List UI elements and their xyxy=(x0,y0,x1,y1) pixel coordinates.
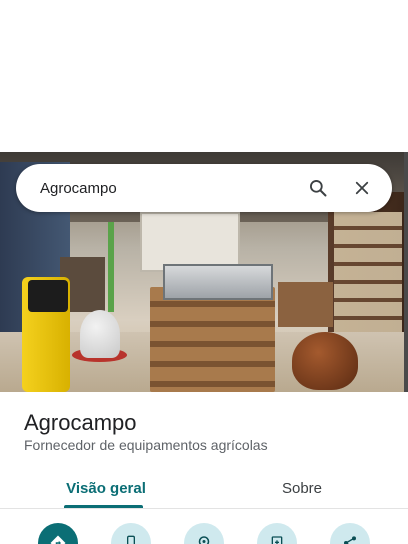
photo-feeder xyxy=(80,310,120,358)
place-sheet: Agrocampo Fornecedor de equipamentos agr… xyxy=(0,392,408,544)
directions-icon xyxy=(50,535,66,544)
phone-icon xyxy=(127,535,135,544)
close-icon[interactable] xyxy=(344,170,380,206)
photo-cabinet xyxy=(140,212,240,272)
tab-about[interactable]: Sobre xyxy=(242,468,362,508)
location-icon xyxy=(198,536,210,544)
save-icon xyxy=(271,536,283,544)
photo-bowl xyxy=(292,332,358,390)
photo-machine xyxy=(163,264,273,300)
photo-pressure-washer-top xyxy=(28,280,68,312)
search-icon[interactable] xyxy=(300,170,336,206)
nearby-button[interactable] xyxy=(184,523,224,544)
photo-crate-small xyxy=(278,282,333,327)
photo-shelf-items xyxy=(334,212,402,332)
tabs-divider xyxy=(0,508,408,509)
search-bar[interactable]: Agrocampo xyxy=(16,164,392,212)
place-category: Fornecedor de equipamentos agrícolas xyxy=(24,437,268,453)
photo-crate xyxy=(150,287,275,392)
place-name: Agrocampo xyxy=(24,410,137,435)
photo-pole xyxy=(108,222,114,312)
maps-place-screen: Agrocampo Agrocampo Fornecedor de equipa… xyxy=(0,0,408,544)
tab-overview[interactable]: Visão geral xyxy=(46,468,166,508)
scrollbar[interactable] xyxy=(404,152,408,424)
search-query[interactable]: Agrocampo xyxy=(40,180,292,197)
save-button[interactable] xyxy=(257,523,297,544)
call-button[interactable] xyxy=(111,523,151,544)
directions-button[interactable] xyxy=(38,523,78,544)
share-button[interactable] xyxy=(330,523,370,544)
share-icon xyxy=(344,536,356,544)
